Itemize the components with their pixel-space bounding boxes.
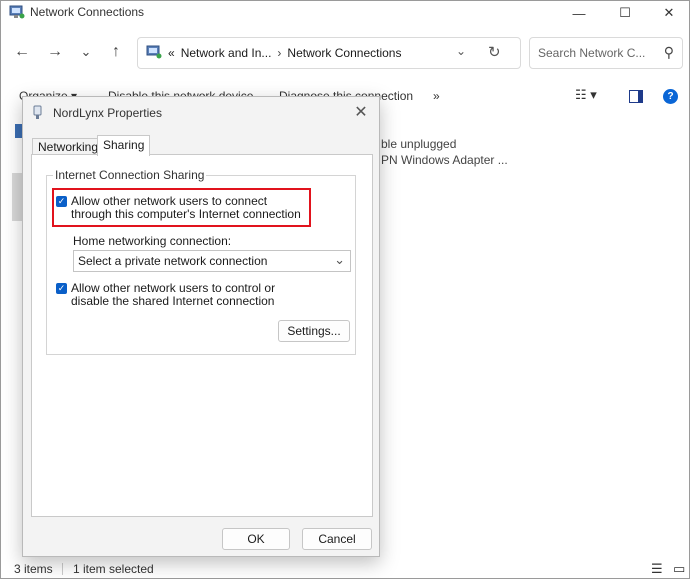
tab-sharing[interactable]: Sharing — [97, 135, 151, 156]
search-box[interactable]: Search Network C... ⚲ — [529, 37, 683, 69]
selection-count: 1 item selected — [73, 562, 154, 576]
home-networking-label: Home networking connection: — [73, 234, 232, 248]
refresh-icon[interactable]: ↻ — [488, 43, 501, 61]
network-connections-app-icon — [9, 5, 25, 19]
nordlynx-properties-dialog: NordLynx Properties ✕ Networking Sharing… — [22, 96, 380, 557]
breadcrumb-network-and-internet[interactable]: Network and In... — [181, 46, 272, 60]
ok-button[interactable]: OK — [222, 528, 290, 550]
breadcrumb-network-connections[interactable]: Network Connections — [287, 46, 401, 60]
breadcrumb-separator: › — [277, 46, 282, 60]
back-button[interactable]: ← — [11, 41, 33, 63]
dialog-title: NordLynx Properties — [53, 106, 162, 120]
close-button[interactable]: ✕ — [647, 1, 689, 25]
adapter-icon — [33, 105, 42, 119]
preview-pane-icon[interactable] — [629, 90, 643, 103]
view-options-button[interactable]: ☷ ▾ — [575, 87, 597, 103]
status-bar: 3 items 1 item selected ☰ ▭ — [1, 559, 689, 578]
allow-control-checkbox[interactable]: ✓ — [56, 283, 67, 294]
search-placeholder: Search Network C... — [538, 46, 646, 60]
connection-adapter-text: PN Windows Adapter ... — [381, 153, 508, 167]
allow-control-row[interactable]: ✓ Allow other network users to control o… — [56, 282, 311, 308]
network-folder-icon — [146, 45, 162, 59]
navigation-bar: ← → ⌄ ↑ « Network and In... › Network Co… — [1, 35, 689, 71]
tab-networking[interactable]: Networking — [32, 138, 105, 155]
allow-control-label[interactable]: Allow other network users to control or … — [71, 282, 311, 308]
home-networking-select[interactable]: Select a private network connection ⌄ — [73, 250, 351, 272]
breadcrumb: « Network and In... › Network Connection… — [168, 46, 401, 60]
cancel-button[interactable]: Cancel — [302, 528, 372, 550]
breadcrumb-overflow[interactable]: « — [168, 46, 175, 60]
settings-button[interactable]: Settings... — [278, 320, 350, 342]
title-bar: Network Connections — ☐ ✕ — [1, 1, 689, 25]
status-divider — [62, 563, 63, 575]
address-bar[interactable]: « Network and In... › Network Connection… — [137, 37, 521, 69]
up-button[interactable]: ↑ — [105, 41, 127, 63]
dialog-close-button[interactable]: ✕ — [351, 102, 371, 122]
help-icon[interactable]: ? — [663, 89, 678, 104]
recent-locations-button[interactable]: ⌄ — [75, 41, 97, 63]
minimize-button[interactable]: — — [557, 1, 601, 25]
chevron-down-icon: ⌄ — [334, 252, 345, 267]
more-commands-button[interactable]: » — [433, 89, 440, 103]
address-dropdown-icon[interactable]: ⌄ — [456, 44, 466, 58]
maximize-button[interactable]: ☐ — [603, 1, 647, 25]
window-title: Network Connections — [30, 5, 145, 19]
search-icon: ⚲ — [663, 44, 674, 60]
group-title: Internet Connection Sharing — [53, 168, 207, 182]
annotation-highlight-box — [52, 188, 311, 227]
connection-status-text: ble unplugged — [381, 137, 457, 151]
item-count: 3 items — [14, 562, 53, 576]
details-view-icon[interactable]: ☰ — [651, 561, 663, 577]
home-networking-select-value: Select a private network connection — [78, 254, 268, 268]
tiles-view-icon[interactable]: ▭ — [673, 561, 685, 577]
forward-button[interactable]: → — [44, 41, 66, 63]
